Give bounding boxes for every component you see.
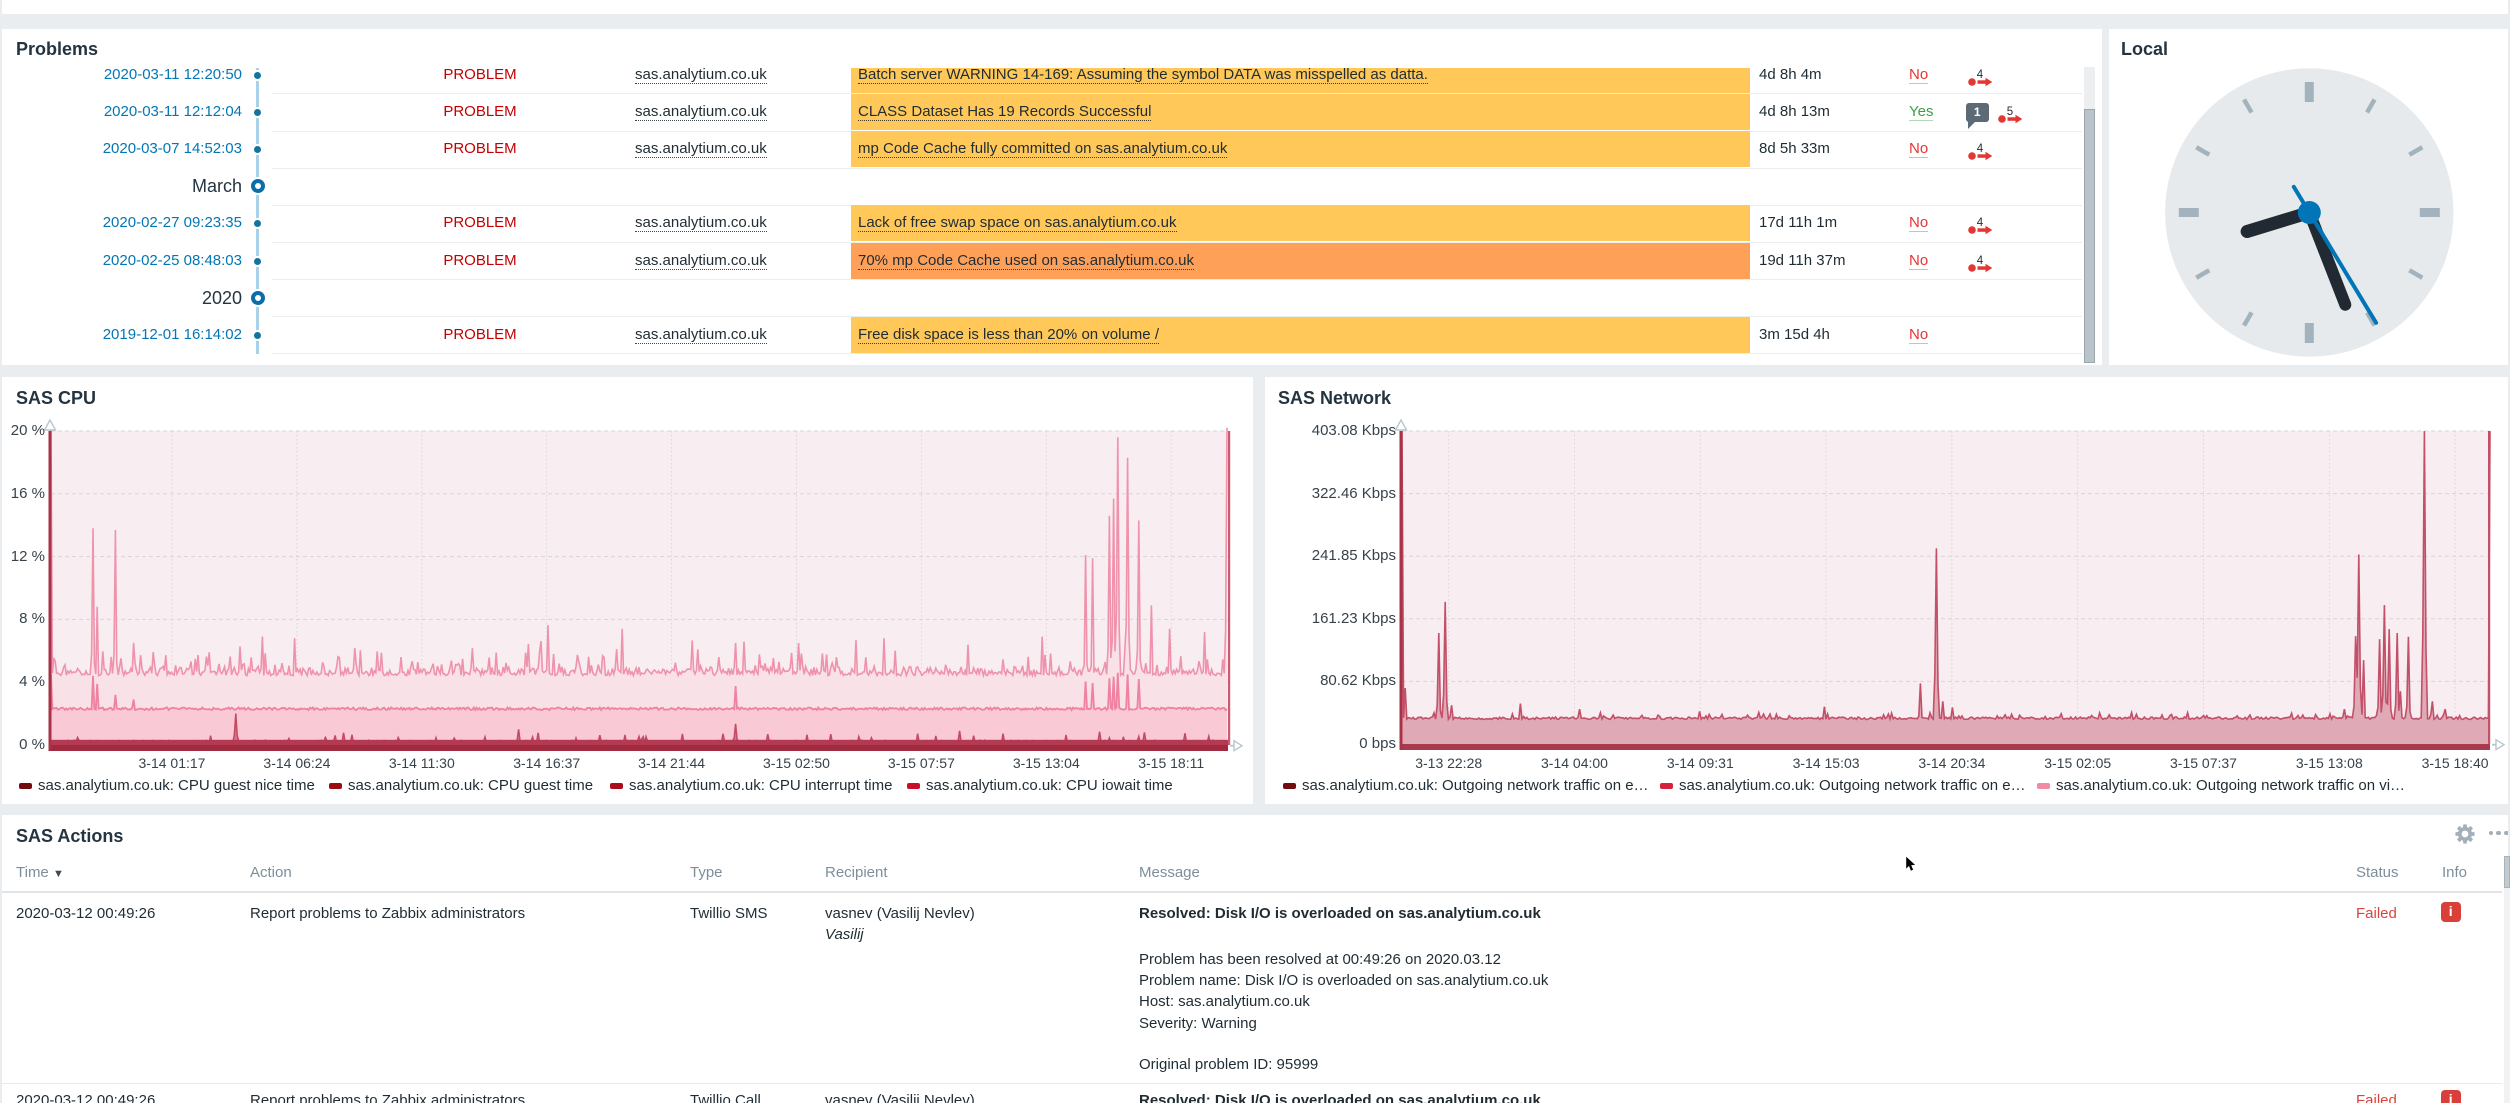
svg-text:5: 5 xyxy=(2006,106,2012,118)
svg-text:4: 4 xyxy=(1977,255,1984,267)
svg-text:4: 4 xyxy=(1977,143,1984,155)
svg-text:4: 4 xyxy=(1977,69,1984,81)
svg-text:4: 4 xyxy=(1977,217,1984,229)
